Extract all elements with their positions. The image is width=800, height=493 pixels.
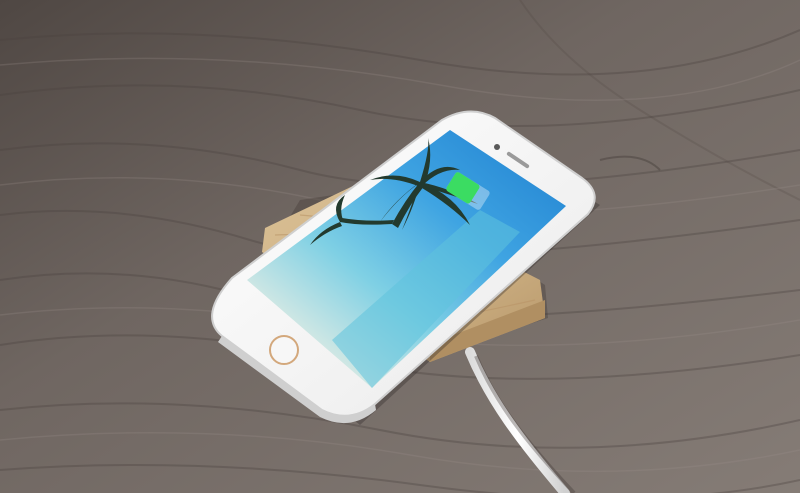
home-button-icon[interactable] xyxy=(269,335,299,365)
photo-scene xyxy=(0,0,800,493)
front-camera-icon xyxy=(494,144,500,150)
